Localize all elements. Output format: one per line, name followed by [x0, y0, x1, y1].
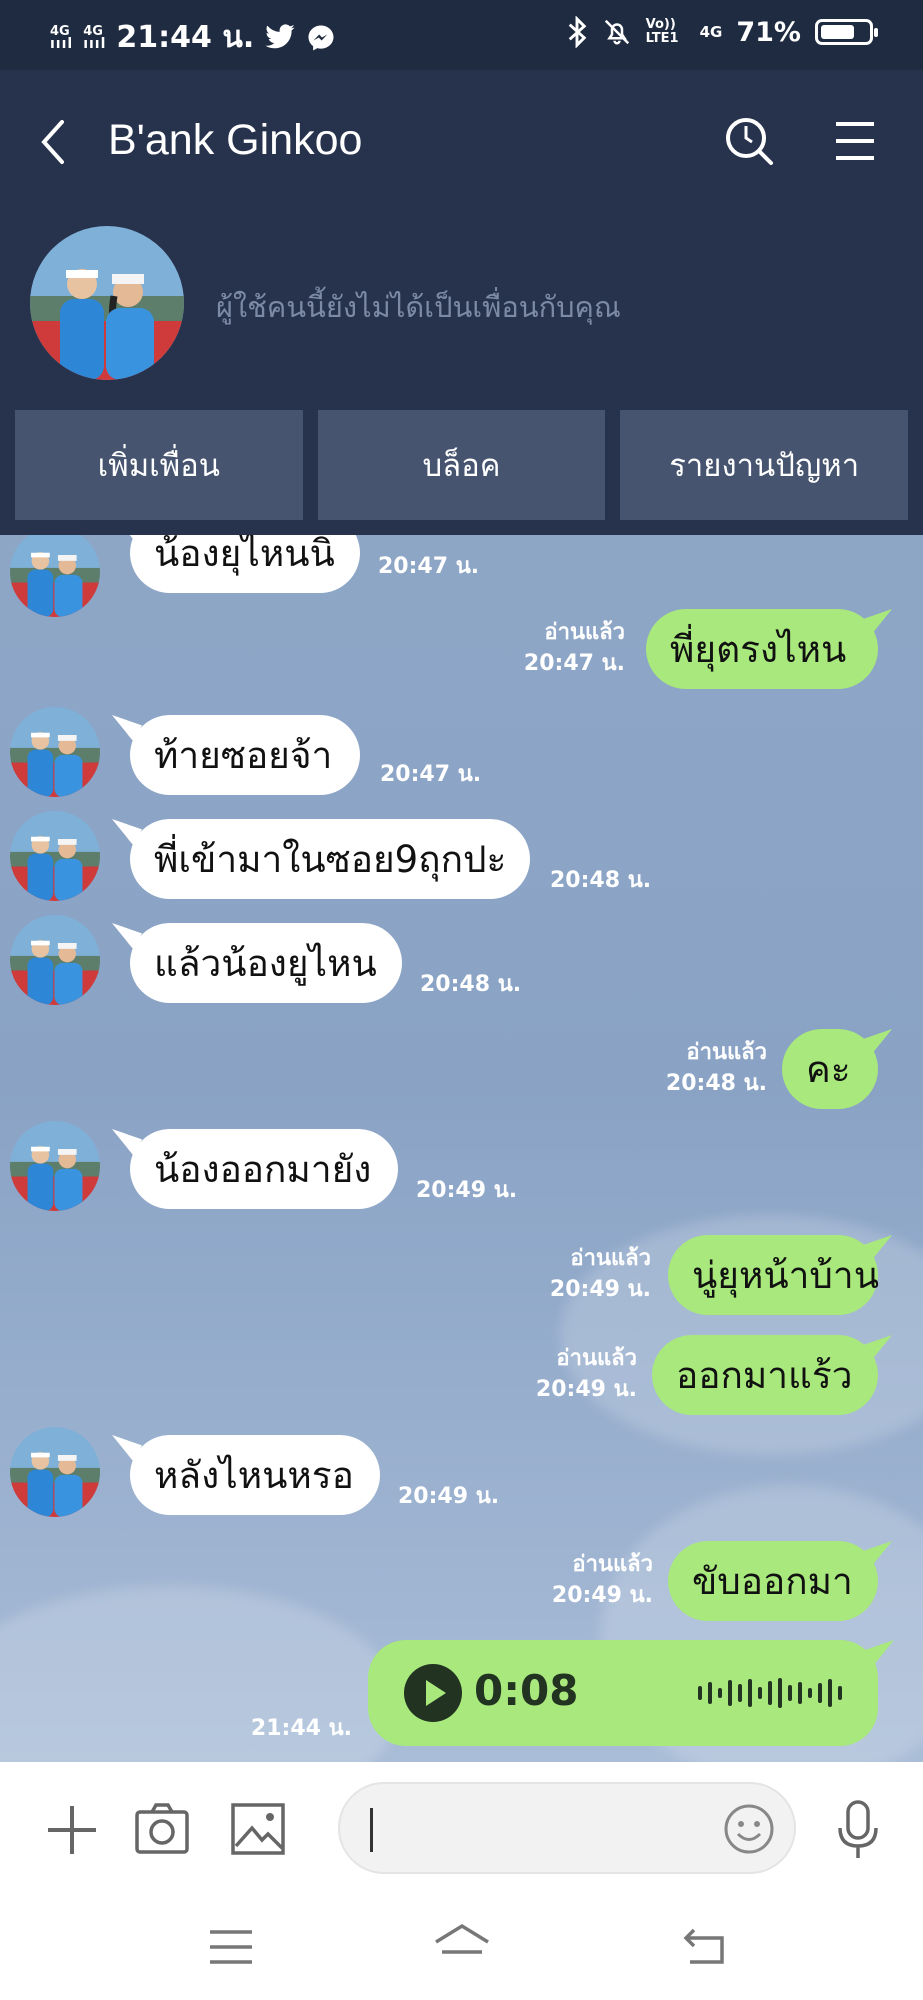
voice-duration: 0:08 [474, 1666, 579, 1715]
clock: 21:44 น. [116, 20, 255, 55]
sender-avatar[interactable] [10, 1427, 100, 1517]
report-button[interactable]: รายงานปัญหา [620, 410, 909, 520]
waveform-bar [828, 1679, 832, 1707]
incoming-message-bubble[interactable]: ท้ายซอยจ้า [130, 715, 360, 795]
waveform-bar [838, 1686, 842, 1700]
outgoing-message-bubble[interactable]: คะ [782, 1029, 878, 1109]
volte-indicator: Vo)) LTE1 [645, 17, 679, 46]
chat-header: B'ank Ginkoo ผู้ใช้คนนี้ยังไม่ได้เป็นเพื… [0, 70, 923, 535]
home-icon[interactable] [432, 1922, 492, 1966]
waveform-bar [758, 1687, 762, 1699]
message-time: 20:47 น. [378, 554, 480, 579]
sender-avatar[interactable] [10, 915, 100, 1005]
chat-area[interactable]: น้องยุไหนนิ 20:47 น. พี่ยุตรงไหน อ่านแล้ว 20… [0, 535, 923, 1762]
incoming-message-bubble[interactable]: น้องยุไหนนิ [130, 535, 360, 593]
block-button[interactable]: บล็อค [317, 410, 606, 520]
contact-avatar[interactable] [30, 226, 184, 380]
incoming-message-bubble[interactable]: น้องออกมายัง [130, 1129, 398, 1209]
read-receipt: อ่านแล้ว [556, 1346, 637, 1371]
voice-message[interactable]: 0:08 [368, 1640, 878, 1746]
image-icon[interactable] [230, 1802, 286, 1856]
outgoing-message-bubble[interactable]: พี่ยุตรงไหน [646, 609, 878, 689]
waveform-bar [708, 1682, 712, 1704]
message-time: 20:49 น. [549, 1277, 651, 1302]
status-bar: 4G ıııl 4G ıııl 21:44 น. Vo)) LTE1 4G 71% [0, 0, 923, 70]
incoming-message-bubble[interactable]: แล้วน้องยูไหน [130, 923, 402, 1003]
waveform-bar [818, 1683, 822, 1703]
input-bar [0, 1762, 923, 1900]
sender-avatar[interactable] [10, 1121, 100, 1211]
read-receipt-time: อ่านแล้ว 20:47 น. [524, 617, 625, 679]
emoji-icon[interactable] [722, 1802, 776, 1856]
network-indicator-2: 4G ıııl [83, 23, 107, 52]
incoming-message-bubble[interactable]: หลังไหนหรอ [130, 1435, 380, 1515]
chat-title: B'ank Ginkoo [108, 116, 363, 164]
waveform-icon [698, 1678, 842, 1708]
twitter-icon [265, 23, 295, 48]
read-receipt: อ่านแล้ว [686, 1040, 767, 1065]
outgoing-message-bubble[interactable]: ขับออกมา [668, 1541, 878, 1621]
search-icon[interactable] [722, 114, 778, 170]
plus-icon[interactable] [44, 1802, 100, 1858]
text-caret [370, 1808, 373, 1852]
network-indicator-1: 4G ıııl [50, 23, 74, 52]
not-friend-notice: ผู้ใช้คนนี้ยังไม่ได้เป็นเพื่อนกับคุณ [216, 290, 621, 324]
read-receipt: อ่านแล้ว [572, 1552, 653, 1577]
waveform-bar [798, 1682, 802, 1704]
message-time: 20:47 น. [523, 651, 625, 676]
message-time: 20:47 น. [380, 762, 482, 787]
message-time: 20:49 น. [551, 1583, 653, 1608]
waveform-bar [728, 1680, 732, 1706]
read-receipt: อ่านแล้ว [570, 1246, 651, 1271]
message-time: 20:49 น. [398, 1484, 500, 1509]
waveform-bar [738, 1684, 742, 1702]
network-indicator-3: 4G [699, 23, 723, 41]
battery-icon [815, 19, 878, 45]
waveform-bar [788, 1685, 792, 1701]
waveform-bar [768, 1681, 772, 1705]
waveform-bar [718, 1688, 722, 1698]
read-receipt-time: อ่านแล้ว 20:49 น. [536, 1343, 637, 1405]
camera-icon[interactable] [134, 1802, 190, 1856]
menu-icon[interactable] [832, 118, 878, 164]
message-time: 20:49 น. [535, 1377, 637, 1402]
waveform-bar [748, 1679, 752, 1707]
sender-avatar[interactable] [10, 811, 100, 901]
bluetooth-icon [568, 16, 586, 48]
microphone-icon[interactable] [834, 1798, 882, 1862]
add-friend-button[interactable]: เพิ่มเพื่อน [15, 410, 303, 520]
outgoing-message-bubble[interactable]: นู่ยุหน้าบ้าน [668, 1235, 879, 1315]
message-time: 20:49 น. [416, 1178, 518, 1203]
message-time: 20:48 น. [550, 868, 652, 893]
recent-apps-icon[interactable] [208, 1928, 254, 1966]
sender-avatar[interactable] [10, 707, 100, 797]
message-time: 20:48 น. [665, 1071, 767, 1096]
friend-action-row: เพิ่มเพื่อน บล็อค รายงานปัญหา [15, 410, 909, 520]
back-arrow-icon[interactable] [30, 112, 74, 172]
sender-avatar[interactable] [10, 535, 100, 617]
waveform-bar [698, 1686, 702, 1700]
read-receipt-time: อ่านแล้ว 20:49 น. [552, 1549, 653, 1611]
waveform-bar [808, 1688, 812, 1698]
read-receipt-time: อ่านแล้ว 20:48 น. [666, 1037, 767, 1099]
voice-time: 21:44 น. [250, 1716, 352, 1741]
message-time: 20:48 น. [420, 972, 522, 997]
play-icon[interactable] [404, 1664, 462, 1722]
mute-bell-icon [604, 19, 629, 45]
read-receipt: อ่านแล้ว [544, 620, 625, 645]
message-input[interactable] [338, 1782, 796, 1874]
system-nav-bar [0, 1900, 923, 2000]
messenger-icon [308, 25, 334, 50]
incoming-message-bubble[interactable]: พี่เข้ามาในซอย9ถุกปะ [130, 819, 530, 899]
read-receipt-time: อ่านแล้ว 20:49 น. [550, 1243, 651, 1305]
battery-percent: 71% [736, 16, 801, 48]
outgoing-message-bubble[interactable]: ออกมาแร้ว [652, 1335, 878, 1415]
waveform-bar [778, 1678, 782, 1708]
back-nav-icon[interactable] [680, 1926, 728, 1966]
